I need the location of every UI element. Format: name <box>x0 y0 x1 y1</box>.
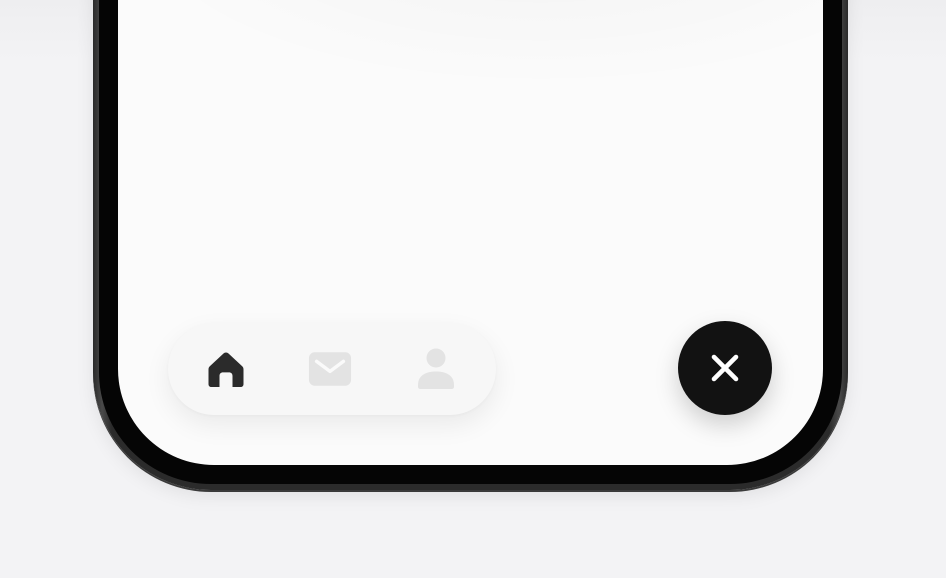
home-icon <box>208 352 244 387</box>
tab-mail[interactable] <box>308 347 352 391</box>
tab-profile[interactable] <box>414 347 458 391</box>
phone-frame <box>93 0 848 490</box>
screen-shade <box>118 0 823 90</box>
tab-home[interactable] <box>204 347 248 391</box>
bottom-tab-bar <box>168 323 496 415</box>
close-button[interactable] <box>678 321 772 415</box>
page-background <box>0 0 946 578</box>
person-icon <box>418 348 454 389</box>
close-icon <box>711 354 739 382</box>
mail-icon <box>308 352 352 386</box>
